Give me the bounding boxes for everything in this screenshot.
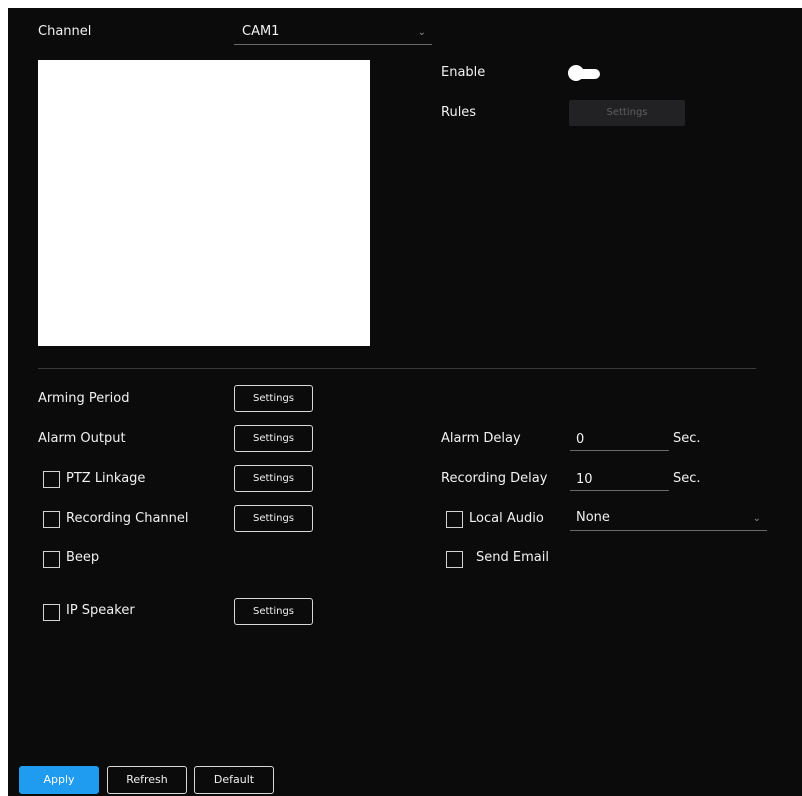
recording-channel-checkbox[interactable]: [43, 511, 60, 528]
recording-delay-input[interactable]: 10: [570, 469, 669, 491]
chevron-down-icon: ⌄: [752, 513, 761, 524]
ip-speaker-settings-button[interactable]: Settings: [234, 598, 313, 625]
channel-select[interactable]: CAM1 ⌄: [234, 22, 432, 45]
ptz-linkage-label: PTZ Linkage: [66, 471, 146, 486]
local-audio-label: Local Audio: [469, 511, 544, 526]
beep-label: Beep: [66, 550, 100, 565]
beep-checkbox[interactable]: [43, 551, 60, 568]
ptz-linkage-checkbox[interactable]: [43, 471, 60, 488]
default-button[interactable]: Default: [194, 766, 274, 794]
settings-panel: Channel CAM1 ⌄ Enable Rules Settings Arm…: [8, 8, 802, 796]
local-audio-select-value: None: [576, 510, 610, 525]
channel-select-value: CAM1: [242, 24, 280, 39]
enable-toggle[interactable]: [568, 64, 602, 82]
local-audio-checkbox[interactable]: [446, 511, 463, 528]
alarm-delay-label: Alarm Delay: [441, 431, 521, 446]
ip-speaker-checkbox[interactable]: [43, 604, 60, 621]
toggle-knob: [568, 65, 584, 81]
rules-label: Rules: [441, 105, 477, 120]
alarm-delay-input[interactable]: 0: [570, 429, 669, 451]
channel-label: Channel: [38, 24, 92, 39]
recording-channel-settings-button[interactable]: Settings: [234, 505, 313, 532]
send-email-label: Send Email: [476, 550, 549, 565]
local-audio-select[interactable]: None ⌄: [570, 508, 767, 531]
alarm-output-settings-button[interactable]: Settings: [234, 425, 313, 452]
recording-delay-unit: Sec.: [673, 471, 701, 486]
ptz-linkage-settings-button[interactable]: Settings: [234, 465, 313, 492]
arming-period-label: Arming Period: [38, 391, 130, 406]
refresh-button[interactable]: Refresh: [107, 766, 187, 794]
recording-channel-label: Recording Channel: [66, 511, 189, 526]
send-email-checkbox[interactable]: [446, 551, 463, 568]
apply-button[interactable]: Apply: [19, 766, 99, 794]
arming-period-settings-button[interactable]: Settings: [234, 385, 313, 412]
alarm-delay-unit: Sec.: [673, 431, 701, 446]
divider: [38, 368, 756, 369]
video-preview[interactable]: [38, 60, 370, 346]
enable-label: Enable: [441, 65, 486, 80]
chevron-down-icon: ⌄: [417, 27, 426, 38]
rules-settings-button[interactable]: Settings: [569, 100, 685, 126]
ip-speaker-label: IP Speaker: [66, 603, 135, 618]
alarm-output-label: Alarm Output: [38, 431, 126, 446]
recording-delay-label: Recording Delay: [441, 471, 548, 486]
